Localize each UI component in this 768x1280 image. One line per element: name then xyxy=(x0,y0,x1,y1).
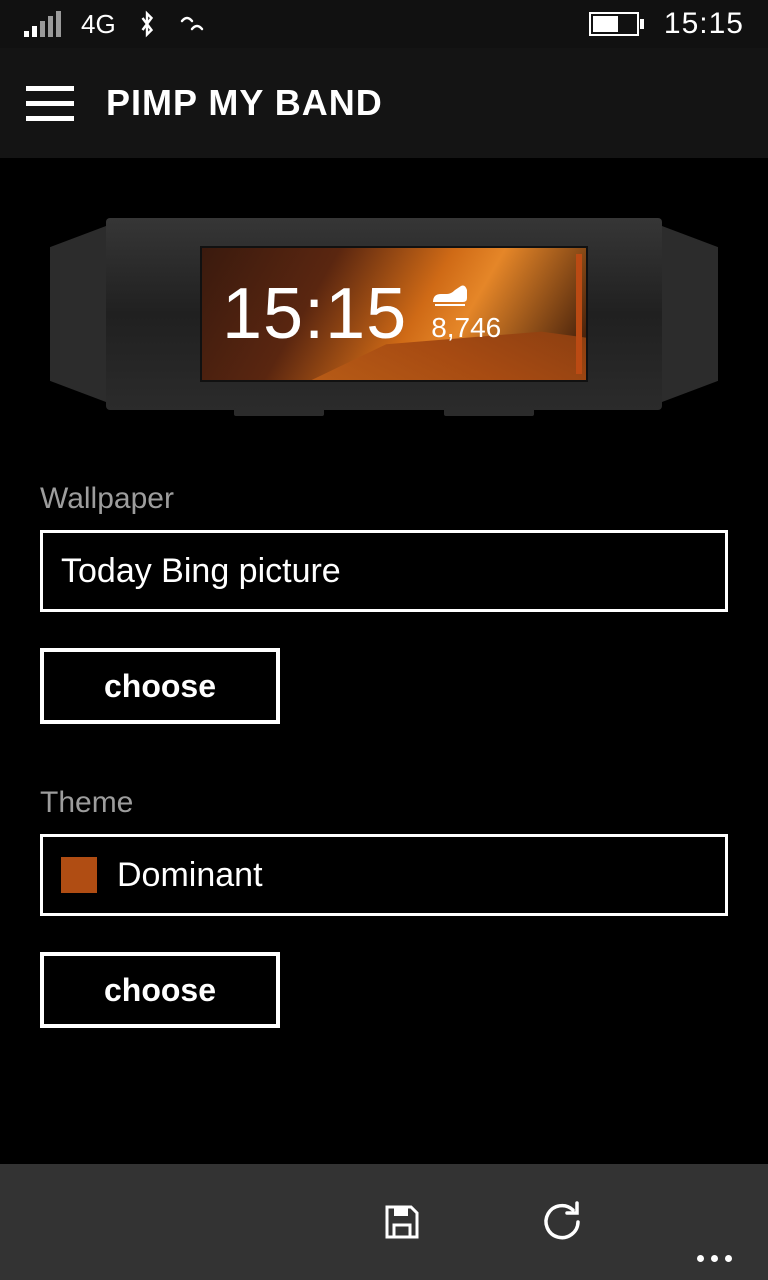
content-area: 15:15 8,746 Wallpaper Today Bing picture… xyxy=(0,158,768,1164)
band-screen: 15:15 8,746 xyxy=(200,246,588,382)
shoe-icon xyxy=(431,284,469,308)
theme-swatch xyxy=(61,857,97,893)
bluetooth-icon xyxy=(136,9,158,39)
wallpaper-label: Wallpaper xyxy=(40,482,728,516)
network-type: 4G xyxy=(81,9,116,40)
statusbar-clock: 15:15 xyxy=(664,7,744,41)
signal-icon xyxy=(24,11,61,37)
sync-icon[interactable] xyxy=(537,1197,587,1247)
theme-select[interactable]: Dominant xyxy=(40,834,728,916)
band-preview: 15:15 8,746 xyxy=(40,158,728,458)
more-icon[interactable] xyxy=(697,1255,732,1280)
battery-icon xyxy=(589,12,644,36)
menu-icon[interactable] xyxy=(26,86,74,121)
app-bar xyxy=(0,1164,768,1280)
band-time: 15:15 xyxy=(222,273,407,355)
wallpaper-select[interactable]: Today Bing picture xyxy=(40,530,728,612)
theme-choose-button[interactable]: choose xyxy=(40,952,280,1028)
app-title: PIMP MY BAND xyxy=(106,82,383,124)
vibrate-icon xyxy=(178,11,208,37)
theme-selected-value: Dominant xyxy=(117,856,263,895)
status-bar: 4G 15:15 xyxy=(0,0,768,48)
title-bar: PIMP MY BAND xyxy=(0,48,768,158)
wallpaper-choose-button[interactable]: choose xyxy=(40,648,280,724)
band-steps: 8,746 xyxy=(431,312,501,344)
theme-label: Theme xyxy=(40,786,728,820)
save-icon[interactable] xyxy=(377,1197,427,1247)
wallpaper-selected-value: Today Bing picture xyxy=(61,552,341,591)
